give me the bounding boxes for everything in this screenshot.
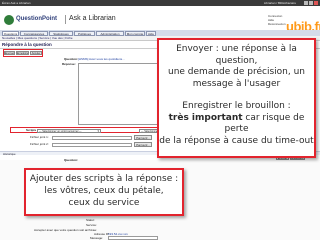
response-label: Réponse: [62,62,76,66]
callout-1-line-4: Enregistrer le brouillon : [182,101,291,111]
callout-2-line-2: les vôtres, ceux du pétale, [44,186,164,196]
callout-1-line-1: Envoyer : une réponse à la question, [176,44,297,66]
attachment-1-label: Fichier joint 1: [30,135,49,139]
callout-2-line-1: Ajouter des scripts à la réponse : [29,174,179,184]
brand-name: QuestionPoint [16,16,57,22]
callout-1-line-2: une demande de précision, un [168,67,305,77]
callout-send-save: Envoyer : une réponse à la question, une… [157,38,316,158]
status-label: Statut: [86,218,95,222]
header-link-deconnexion[interactable]: Déconnexion [268,22,286,26]
callout-2-line-3: ceux du service [68,198,140,208]
archive-consent-label: Accepter avec que votre question soit ar… [34,228,98,232]
callout-1-line-6: de la réponse à cause du time-out [159,135,314,146]
page-title: Répondre à la question [2,42,52,47]
message-label: Message: [90,236,104,240]
app-header: QuestionPoint Ask a Librarian Connexion … [0,6,320,34]
service-label: Service: [86,223,97,227]
bottom-question-label: Question: [64,158,78,162]
send-button[interactable]: Envoyer [4,51,15,55]
minimize-icon[interactable] [304,1,308,5]
questionpoint-logo-icon [4,15,14,25]
history-section-label: Historique [3,152,16,156]
attachment-2-label: Fichier joint 2: [30,142,49,146]
question-label: Question: [64,57,78,61]
personal-script-select[interactable]: — Sélectionnez un script personnel — [37,129,101,133]
question-value[interactable]: [HSMS] Avez-vous les quotidiens… [78,57,125,61]
cancel-button[interactable]: Annuler [30,51,42,55]
header-divider [65,15,66,24]
callout-scripts: Ajouter des scripts à la réponse : les v… [24,168,184,216]
callout-1-line-5: très important car risque de perte [159,113,314,136]
app-subtitle: Ask a Librarian [69,15,116,22]
header-links: Connexion Aide Déconnexion [268,14,286,26]
browse-button-1[interactable]: Parcourir... [134,135,152,140]
close-icon[interactable] [314,1,318,5]
browse-button-2[interactable]: Parcourir... [134,142,152,147]
maximize-icon[interactable] [309,1,313,5]
attachment-1-input[interactable] [52,136,132,140]
callout-1-line-3: message à l'usager [192,78,281,89]
message-input[interactable] [108,236,158,240]
subnav-links[interactable]: Nouvelles | Mes questions | Service | Vu… [2,36,73,41]
attachment-2-input[interactable] [52,143,132,147]
save-button[interactable]: Enregistrer [16,51,29,55]
callout-1-emphasis: très important [168,112,243,123]
